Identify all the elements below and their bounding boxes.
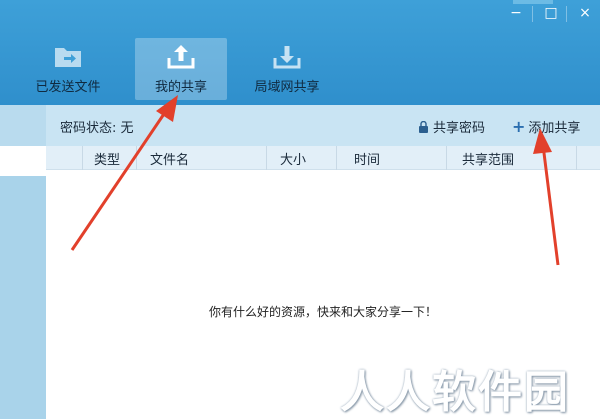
upload-icon — [167, 45, 195, 69]
column-divider — [336, 146, 337, 170]
column-divider — [576, 146, 577, 170]
table-header: 类型 文件名 大小 时间 共享范围 — [46, 146, 600, 170]
toolbar-item-label: 我的共享 — [154, 80, 207, 95]
toolbar-item-label: 已发送文件 — [35, 80, 101, 95]
column-header-time[interactable]: 时间 — [354, 149, 380, 168]
close-button[interactable]: × — [572, 4, 598, 22]
toolbar-item-label: 局域网共享 — [254, 80, 320, 95]
toolbar-item-sent-files[interactable]: 已发送文件 — [22, 38, 114, 100]
add-share-label: 添加共享 — [528, 121, 581, 136]
maximize-button[interactable]: □ — [538, 4, 564, 22]
download-icon — [273, 46, 301, 69]
column-header-size[interactable]: 大小 — [280, 149, 306, 168]
divider — [532, 6, 533, 22]
top-toolbar: − □ × 已发送文件 我的共享 局域网共享 — [0, 0, 600, 105]
side-panel-selected-row[interactable] — [0, 146, 46, 176]
share-info-bar: 密码状态: 无 共享密码 + 添加共享 — [46, 105, 600, 146]
lock-icon — [419, 120, 428, 133]
plus-icon: + — [512, 116, 526, 136]
column-header-type[interactable]: 类型 — [94, 149, 120, 168]
column-header-filename[interactable]: 文件名 — [150, 149, 189, 168]
share-password-label: 共享密码 — [433, 121, 486, 136]
add-share-button[interactable]: + 添加共享 — [512, 117, 580, 136]
side-panel — [0, 146, 46, 419]
password-status: 密码状态: 无 — [60, 121, 134, 136]
column-divider — [446, 146, 447, 170]
empty-state-message: 你有什么好的资源，快来和大家分享一下！ — [208, 305, 437, 319]
column-divider — [136, 146, 137, 170]
share-password-button[interactable]: 共享密码 — [418, 117, 485, 136]
divider — [566, 6, 567, 22]
column-divider — [266, 146, 267, 170]
toolbar-item-my-shares[interactable]: 我的共享 — [135, 38, 227, 100]
column-header-share-scope[interactable]: 共享范围 — [462, 149, 514, 168]
column-divider — [82, 146, 83, 170]
folder-send-icon — [55, 48, 81, 67]
minimize-button[interactable]: − — [503, 4, 529, 22]
toolbar-item-lan-shares[interactable]: 局域网共享 — [241, 38, 333, 100]
side-panel-header — [0, 105, 46, 146]
watermark-text: 人人软件园 — [340, 367, 570, 418]
